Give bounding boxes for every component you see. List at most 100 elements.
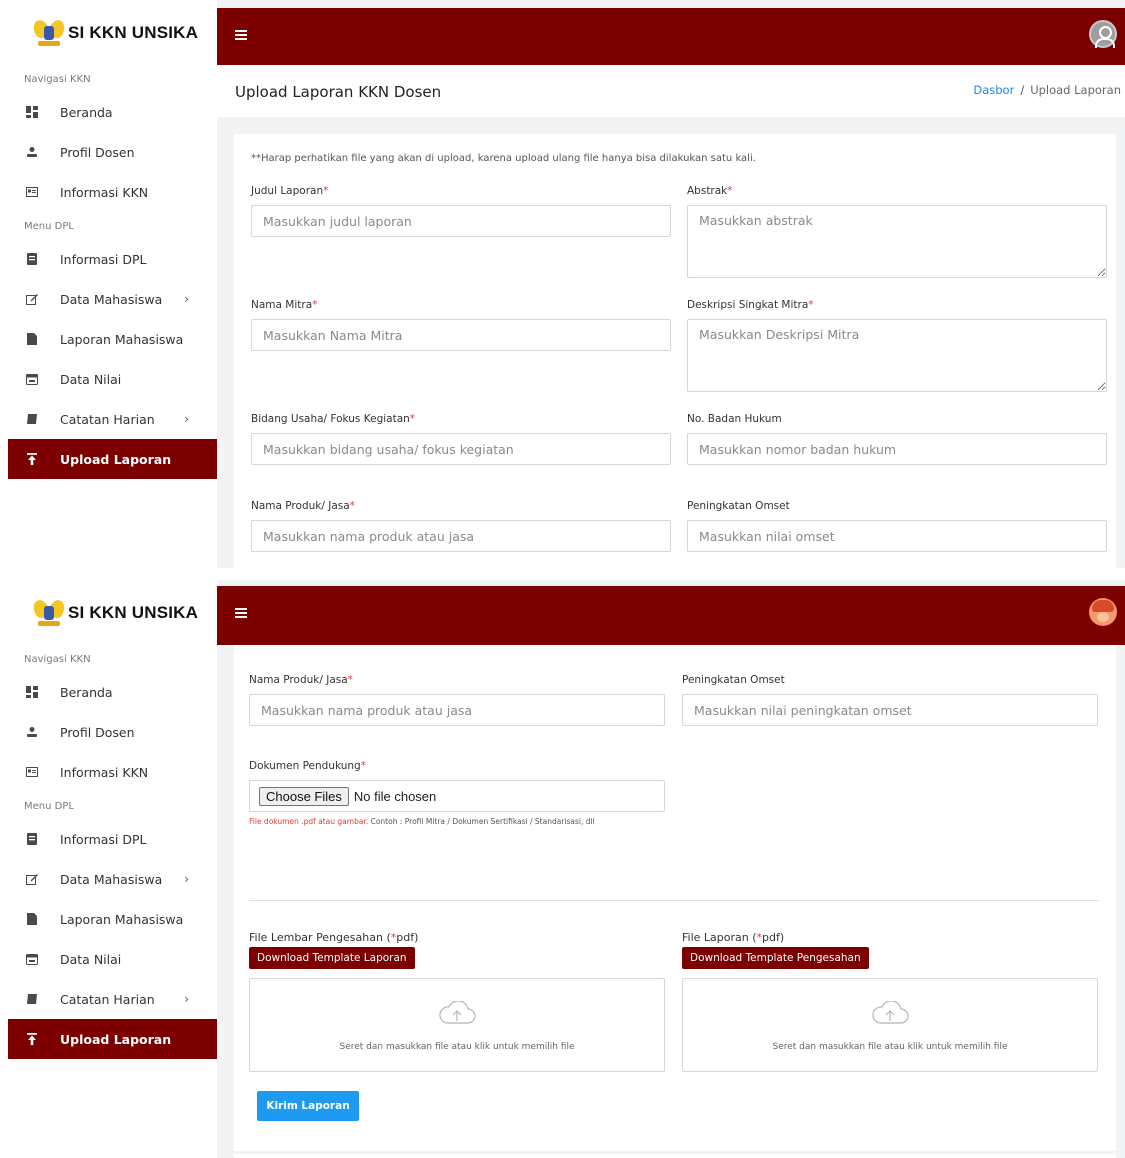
download-template-laporan-button[interactable]: Download Template Laporan [249, 947, 415, 969]
sidebar-item-profil-dosen[interactable]: Profil Dosen [0, 132, 217, 172]
nama-produk-field: Nama Produk/ Jasa* [251, 500, 671, 552]
edit-icon [26, 293, 38, 305]
field-label: No. Badan Hukum [687, 413, 782, 425]
breadcrumb-separator: / [1020, 83, 1025, 97]
sidebar-item-label: Beranda [60, 104, 113, 120]
sidebar-item-data-mahasiswa[interactable]: Data Mahasiswa › [0, 859, 217, 899]
download-template-pengesahan-button[interactable]: Download Template Pengesahan [682, 947, 869, 969]
sidebar-item-label: Data Nilai [60, 951, 122, 967]
upload-icon [26, 453, 38, 465]
peningkatan-omset-input[interactable] [687, 520, 1107, 552]
breadcrumb-home-link[interactable]: Dasbor [973, 83, 1014, 97]
badan-hukum-field: No. Badan Hukum [687, 413, 1107, 465]
deskripsi-mitra-textarea[interactable] [687, 319, 1107, 392]
nama-mitra-input[interactable] [251, 319, 671, 351]
sidebar-item-label: Catatan Harian [60, 991, 155, 1007]
dashboard-icon [26, 106, 38, 118]
kirim-laporan-button[interactable]: Kirim Laporan [257, 1091, 359, 1121]
field-label: File Lembar Pengesahan (*pdf) [249, 931, 419, 944]
sidebar-item-profil-dosen[interactable]: Profil Dosen [0, 712, 217, 752]
screenshot-bottom: SI KKN UNSIKA Navigasi KKN Beranda Profi… [0, 580, 1125, 1158]
user-avatar-icon[interactable] [1089, 598, 1117, 626]
sidebar-item-label: Informasi DPL [60, 831, 147, 847]
sidebar-item-laporan-mahasiswa[interactable]: Laporan Mahasiswa [0, 899, 217, 939]
file-icon [26, 913, 38, 925]
laporan-dropzone[interactable]: Seret dan masukkan file atau klik untuk … [682, 978, 1098, 1072]
sidebar: SI KKN UNSIKA Navigasi KKN Beranda Profi… [0, 580, 217, 1158]
page-header: Upload Laporan KKN Dosen Dasbor / Upload L… [217, 65, 1125, 117]
field-label: Nama Produk/ Jasa* [249, 674, 353, 686]
sidebar-item-upload-laporan[interactable]: Upload Laporan [8, 439, 217, 479]
nama-produk-input[interactable] [249, 694, 665, 726]
user-icon [26, 726, 38, 738]
user-avatar-icon[interactable] [1089, 20, 1117, 48]
sidebar-item-data-nilai[interactable]: Data Nilai [0, 359, 217, 399]
dropzone-text: Seret dan masukkan file atau klik untuk … [772, 1042, 1008, 1052]
sidebar-item-informasi-dpl[interactable]: Informasi DPL [0, 819, 217, 859]
sidebar-item-data-nilai[interactable]: Data Nilai [0, 939, 217, 979]
sidebar-item-label: Upload Laporan [60, 451, 172, 467]
top-navbar [217, 586, 1125, 645]
sidebar-item-label: Laporan Mahasiswa [60, 911, 184, 927]
id-card-icon [26, 186, 38, 198]
sidebar-item-informasi-kkn[interactable]: Informasi KKN [0, 172, 217, 212]
sidebar-item-beranda[interactable]: Beranda [0, 672, 217, 712]
screenshot-top: SI KKN UNSIKA Navigasi KKN Beranda Profi… [0, 0, 1125, 568]
field-label: Nama Produk/ Jasa* [251, 500, 355, 512]
upload-form-card: Nama Produk/ Jasa* Peningkatan Omset Dok… [234, 645, 1116, 1151]
unsika-logo-icon [31, 17, 67, 48]
nama-produk-input[interactable] [251, 520, 671, 552]
sidebar-item-upload-laporan[interactable]: Upload Laporan [8, 1019, 217, 1059]
sidebar-item-informasi-kkn[interactable]: Informasi KKN [0, 752, 217, 792]
sidebar: SI KKN UNSIKA Navigasi KKN Beranda Profi… [0, 0, 217, 568]
peningkatan-omset-field: Peningkatan Omset [687, 500, 1107, 552]
field-label: Dokumen Pendukung* [249, 760, 366, 772]
hamburger-menu-icon[interactable] [235, 30, 247, 40]
hamburger-menu-icon[interactable] [235, 608, 247, 618]
breadcrumb: Dasbor / Upload Laporan [973, 83, 1121, 97]
next-card-edge [234, 1154, 1116, 1158]
cloud-upload-icon [872, 1001, 909, 1024]
field-label: Judul Laporan* [251, 185, 329, 197]
peningkatan-omset-input[interactable] [682, 694, 1098, 726]
pengesahan-dropzone[interactable]: Seret dan masukkan file atau klik untuk … [249, 978, 665, 1072]
sidebar-item-label: Informasi DPL [60, 251, 147, 267]
file-status: No file chosen [353, 788, 437, 804]
field-label: File Laporan (*pdf) [682, 931, 785, 944]
sidebar-item-informasi-dpl[interactable]: Informasi DPL [0, 239, 217, 279]
brand-name: SI KKN UNSIKA [68, 22, 199, 42]
chevron-right-icon: › [184, 292, 189, 306]
sidebar-item-data-mahasiswa[interactable]: Data Mahasiswa › [0, 279, 217, 319]
sidebar-item-beranda[interactable]: Beranda [0, 92, 217, 132]
sidebar-item-catatan-harian[interactable]: Catatan Harian › [0, 399, 217, 439]
dokumen-file-input[interactable]: Choose Files No file chosen [249, 780, 665, 812]
sidebar-item-label: Beranda [60, 684, 113, 700]
sidebar-item-label: Upload Laporan [60, 1031, 172, 1047]
menu-section-label: Menu DPL [24, 221, 74, 232]
chevron-right-icon: › [184, 992, 189, 1006]
abstrak-textarea[interactable] [687, 205, 1107, 278]
edit-icon [26, 873, 38, 885]
sidebar-item-catatan-harian[interactable]: Catatan Harian › [0, 979, 217, 1019]
dashboard-icon [26, 686, 38, 698]
deskripsi-mitra-field: Deskripsi Singkat Mitra* [687, 299, 1107, 396]
menu-section-label: Menu DPL [24, 801, 74, 812]
sidebar-item-laporan-mahasiswa[interactable]: Laporan Mahasiswa [0, 319, 217, 359]
document-icon [26, 833, 38, 845]
bidang-usaha-input[interactable] [251, 433, 671, 465]
id-card-icon [26, 766, 38, 778]
sidebar-item-label: Informasi KKN [60, 764, 149, 780]
brand-name: SI KKN UNSIKA [68, 602, 199, 622]
nav-section-label: Navigasi KKN [24, 74, 91, 85]
pengesahan-upload-field: File Lembar Pengesahan (*pdf) Download T… [249, 931, 669, 1072]
bidang-usaha-field: Bidang Usaha/ Fokus Kegiatan* [251, 413, 671, 465]
judul-laporan-input[interactable] [251, 205, 671, 237]
book-icon [26, 993, 38, 1005]
section-divider [249, 900, 1099, 901]
choose-files-button[interactable]: Choose Files [259, 786, 349, 806]
field-label: Abstrak* [687, 185, 733, 197]
brand[interactable]: SI KKN UNSIKA [0, 580, 217, 645]
badan-hukum-input[interactable] [687, 433, 1107, 465]
brand[interactable]: SI KKN UNSIKA [0, 0, 217, 65]
sidebar-item-label: Profil Dosen [60, 724, 135, 740]
